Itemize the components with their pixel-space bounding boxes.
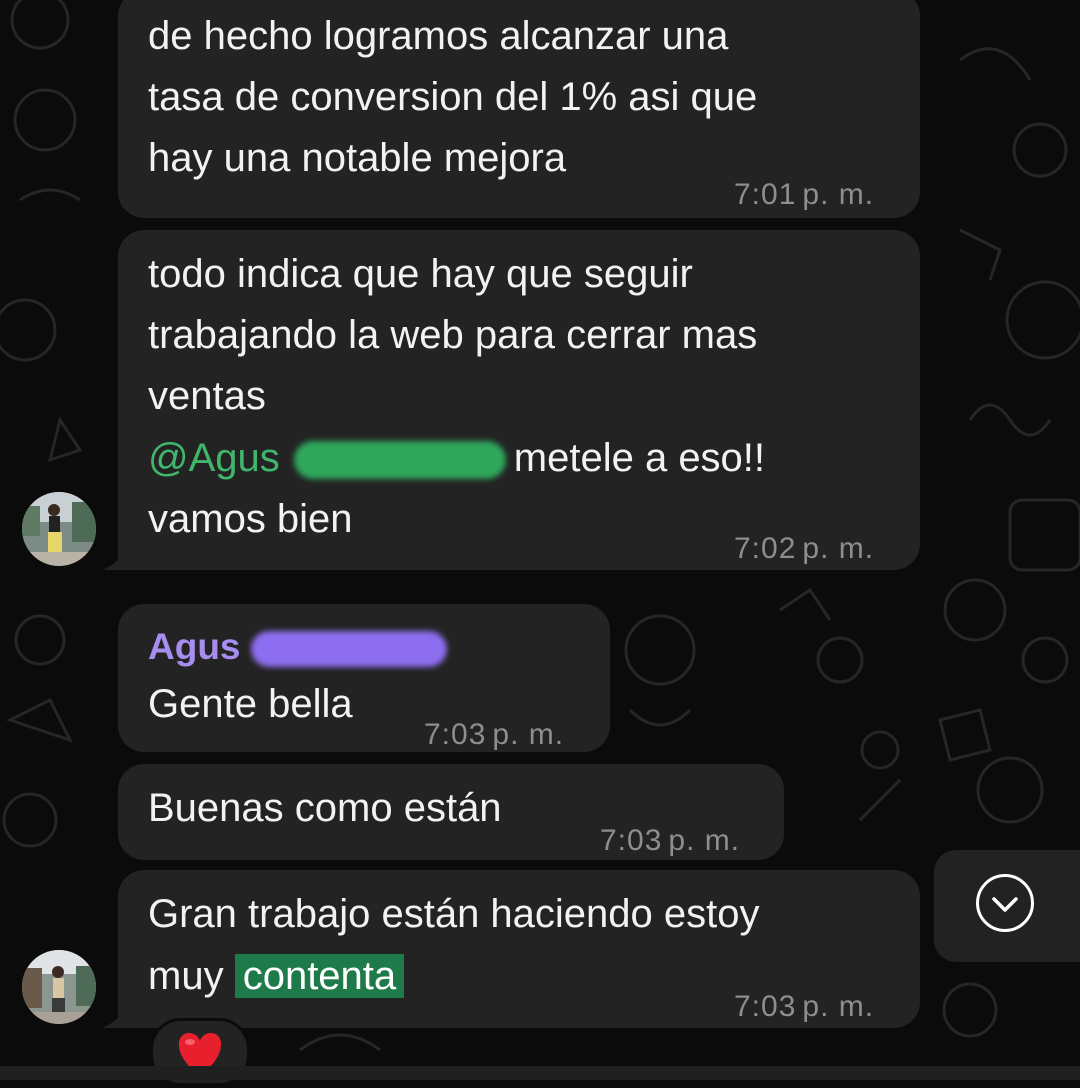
message-bubble[interactable]: todo indica que hay que seguir trabajand…	[118, 230, 920, 570]
redacted-name	[293, 441, 506, 480]
time-value: 7:03	[424, 718, 487, 751]
redacted-name	[250, 631, 447, 668]
message-line: ventas	[148, 374, 266, 418]
message-line: tasa de conversion del 1% asi que	[148, 75, 758, 119]
time-ampm: p. m.	[668, 824, 741, 857]
bubble-tail	[102, 540, 132, 570]
avatar-photo	[22, 950, 96, 1024]
message-line: todo indica que hay que seguir	[148, 252, 693, 296]
message-timestamp: 7:01 p. m.	[734, 164, 874, 225]
message-bubble[interactable]: Buenas como están 7:03 p. m.	[118, 764, 784, 860]
message-line: vamos bien	[148, 497, 353, 541]
avatar[interactable]	[22, 492, 96, 566]
message-line: trabajando la web para cerrar mas	[148, 313, 758, 357]
time-ampm: p. m.	[492, 718, 565, 751]
message-line: hay una notable mejora	[148, 136, 567, 180]
message-bubble[interactable]: Gran trabajo están haciendo estoy muy co…	[118, 870, 920, 1028]
message-bubble[interactable]: de hecho logramos alcanzar una tasa de c…	[118, 0, 920, 218]
bubble-tail	[102, 998, 132, 1028]
time-ampm: p. m.	[802, 532, 875, 565]
message-sender: Agus	[148, 616, 447, 677]
message-timestamp: 7:03 p. m.	[424, 704, 564, 765]
message-line: Gran trabajo están haciendo estoy	[148, 892, 760, 936]
message-timestamp: 7:02 p. m.	[734, 518, 874, 579]
message-text: Buenas como están	[148, 786, 502, 830]
highlighted-word: contenta	[234, 954, 405, 998]
message-timestamp: 7:03 p. m.	[734, 976, 874, 1037]
message-line: @Agus metele a eso!!	[148, 428, 765, 489]
scroll-to-bottom-button[interactable]	[934, 850, 1080, 962]
message-timestamp: 7:03 p. m.	[600, 810, 740, 871]
input-bar-edge	[0, 1066, 1080, 1080]
time-ampm: p. m.	[802, 990, 875, 1023]
chevron-down-icon	[976, 874, 1034, 932]
mention-link[interactable]: @Agus	[148, 436, 280, 480]
time-value: 7:01	[734, 178, 797, 211]
message-line: de hecho logramos alcanzar una	[148, 14, 729, 58]
time-value: 7:03	[734, 990, 797, 1023]
avatar[interactable]	[22, 950, 96, 1024]
message-text: metele a eso!!	[513, 436, 766, 480]
message-text: muy	[148, 954, 224, 998]
avatar-photo	[22, 492, 96, 566]
message-text: Gente bella	[148, 682, 353, 726]
message-bubble[interactable]: Agus Gente bella 7:03 p. m.	[118, 604, 610, 752]
message-line: muy contenta	[148, 946, 405, 1007]
time-value: 7:02	[734, 532, 797, 565]
time-value: 7:03	[600, 824, 663, 857]
sender-name[interactable]: Agus	[148, 626, 241, 667]
time-ampm: p. m.	[802, 178, 875, 211]
